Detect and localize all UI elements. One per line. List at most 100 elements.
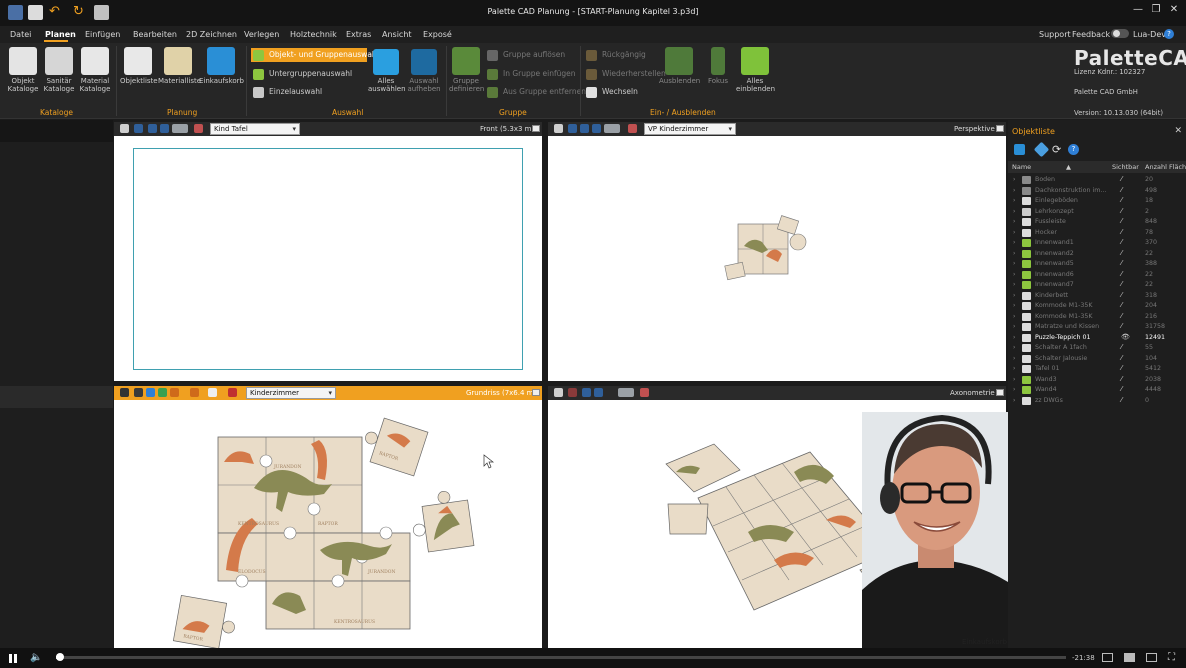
expand-icon[interactable]: › — [1013, 302, 1015, 309]
refresh-icon[interactable]: ⟳ — [1052, 143, 1061, 156]
color-icon[interactable] — [194, 124, 203, 133]
help-icon[interactable]: ? — [1068, 144, 1079, 155]
menu-verlegen[interactable]: Verlegen — [244, 30, 279, 39]
expand-icon[interactable]: › — [1013, 260, 1015, 267]
visibility-icon[interactable]: ⁄ — [1121, 375, 1122, 383]
front-canvas[interactable] — [114, 136, 542, 381]
perspective-view-select[interactable]: VP Kinderzimmer — [644, 123, 736, 135]
column-name[interactable]: Name — [1012, 163, 1031, 171]
einkaufskorb-button[interactable]: Einkaufskorb — [199, 47, 244, 85]
expand-icon[interactable]: › — [1013, 197, 1015, 204]
visibility-icon[interactable]: ⁄ — [1121, 196, 1122, 204]
display-mode-icon[interactable] — [604, 124, 620, 133]
theater-icon[interactable] — [1146, 653, 1157, 662]
visibility-icon[interactable]: ⁄ — [1121, 217, 1122, 225]
perspective-canvas[interactable] — [548, 136, 1006, 381]
view-icon[interactable] — [160, 124, 169, 133]
expand-icon[interactable]: › — [1013, 218, 1015, 225]
object-row[interactable]: › Matratze und Kissen ⁄ 31758 — [1008, 322, 1186, 333]
view-icon[interactable] — [170, 388, 179, 397]
view-icon[interactable] — [582, 388, 591, 397]
visibility-icon[interactable]: ⁄ — [1121, 238, 1122, 246]
visibility-icon[interactable]: ⁄ — [1121, 396, 1122, 404]
wechseln-button[interactable]: Wechseln — [584, 85, 638, 99]
checkbox-filter-icon[interactable] — [1014, 144, 1025, 155]
maximize-viewport-icon[interactable] — [996, 125, 1004, 132]
expand-icon[interactable]: › — [1013, 187, 1015, 194]
expand-icon[interactable]: › — [1013, 271, 1015, 278]
view-icon[interactable] — [580, 124, 589, 133]
viewport-perspective[interactable]: VP Kinderzimmer Perspektive — [548, 122, 1006, 381]
captions-icon[interactable] — [1102, 653, 1113, 662]
view-icon[interactable] — [190, 388, 199, 397]
expand-icon[interactable]: › — [1013, 208, 1015, 215]
einzelauswahl-button[interactable]: Einzelauswahl — [251, 85, 322, 99]
tag-icon[interactable] — [1033, 141, 1050, 158]
expand-icon[interactable]: › — [1013, 229, 1015, 236]
expand-icon[interactable]: › — [1013, 334, 1015, 341]
plan-view-select[interactable]: Kinderzimmer — [246, 387, 336, 399]
view-icon[interactable] — [592, 124, 601, 133]
maximize-viewport-icon[interactable] — [532, 125, 540, 132]
object-row[interactable]: › Fussleiste ⁄ 848 — [1008, 217, 1186, 228]
maximize-button[interactable]: ❐ — [1148, 4, 1164, 15]
visibility-icon[interactable]: ⁄ — [1121, 291, 1122, 299]
column-count[interactable]: Anzahl Fläche — [1145, 163, 1186, 171]
menu-holztechnik[interactable]: Holztechnik — [290, 30, 337, 39]
object-row[interactable]: › Schalter Jalousie ⁄ 104 — [1008, 354, 1186, 365]
object-row[interactable]: › Innenwand5 ⁄ 388 — [1008, 259, 1186, 270]
menu-planen[interactable]: Planen — [45, 30, 76, 39]
pause-icon[interactable] — [9, 654, 17, 663]
objekt-kataloge-button[interactable]: Objekt Kataloge — [6, 47, 40, 93]
zoom-icon[interactable] — [120, 124, 129, 133]
object-row[interactable]: › Einlegeböden ⁄ 18 — [1008, 196, 1186, 207]
fokus-button[interactable]: Fokus — [703, 47, 733, 85]
maximize-viewport-icon[interactable] — [996, 389, 1004, 396]
wiederherstellen-button[interactable]: Wiederherstellen — [584, 67, 666, 81]
object-row[interactable]: › Wand4 ⁄ 4448 — [1008, 385, 1186, 396]
expand-icon[interactable]: › — [1013, 176, 1015, 183]
visibility-icon[interactable]: ⁄ — [1121, 312, 1122, 320]
expand-icon[interactable]: › — [1013, 344, 1015, 351]
alles-auswaehlen-button[interactable]: Alles auswählen — [368, 49, 406, 93]
expand-icon[interactable]: › — [1013, 355, 1015, 362]
object-row[interactable]: › Innenwand1 ⁄ 370 — [1008, 238, 1186, 249]
feedback-link[interactable]: Feedback — [1072, 30, 1110, 39]
expand-icon[interactable]: › — [1013, 281, 1015, 288]
view-icon[interactable] — [146, 388, 155, 397]
objektliste-button[interactable]: Objektliste — [120, 47, 158, 85]
view-icon[interactable] — [134, 388, 143, 397]
maximize-viewport-icon[interactable] — [532, 389, 540, 396]
volume-icon[interactable]: 🔈 — [30, 652, 42, 663]
object-row[interactable]: › Kommode M1-35K ⁄ 204 — [1008, 301, 1186, 312]
visibility-icon[interactable]: ⁄ — [1121, 322, 1122, 330]
color-icon[interactable] — [640, 388, 649, 397]
menu-einfuegen[interactable]: Einfügen — [85, 30, 120, 39]
camera-icon[interactable] — [554, 124, 563, 133]
sort-icon[interactable]: ▲ — [1066, 163, 1071, 171]
object-row[interactable]: › zz DWGs ⁄ 0 — [1008, 396, 1186, 407]
help-icon[interactable]: ? — [1164, 29, 1174, 39]
in-gruppe-einfuegen-button[interactable]: In Gruppe einfügen — [485, 67, 576, 81]
expand-icon[interactable]: › — [1013, 386, 1015, 393]
display-mode-icon[interactable] — [208, 388, 217, 397]
visibility-icon[interactable]: ⁄ — [1121, 207, 1122, 215]
visibility-icon[interactable]: ⁄ — [1121, 301, 1122, 309]
zoom-icon[interactable] — [554, 388, 563, 397]
materialliste-button[interactable]: Materialliste — [158, 47, 201, 85]
untergruppenauswahl-button[interactable]: Untergruppenauswahl — [251, 67, 352, 81]
expand-icon[interactable]: › — [1013, 323, 1015, 330]
view-icon[interactable] — [134, 124, 143, 133]
object-row[interactable]: › Wand3 ⁄ 2038 — [1008, 375, 1186, 386]
color-icon[interactable] — [228, 388, 237, 397]
alles-einblenden-button[interactable]: Alles einblenden — [736, 47, 775, 93]
menu-bearbeiten[interactable]: Bearbeiten — [133, 30, 177, 39]
auswahl-aufheben-button[interactable]: Auswahl aufheben — [405, 49, 443, 93]
view-icon[interactable] — [158, 388, 167, 397]
view-icon[interactable] — [568, 388, 577, 397]
menu-datei[interactable]: Datei — [10, 30, 31, 39]
view-icon[interactable] — [594, 388, 603, 397]
menu-expose[interactable]: Exposé — [423, 30, 452, 39]
gruppe-aufloesen-button[interactable]: Gruppe auflösen — [485, 48, 565, 62]
zoom-icon[interactable] — [120, 388, 129, 397]
